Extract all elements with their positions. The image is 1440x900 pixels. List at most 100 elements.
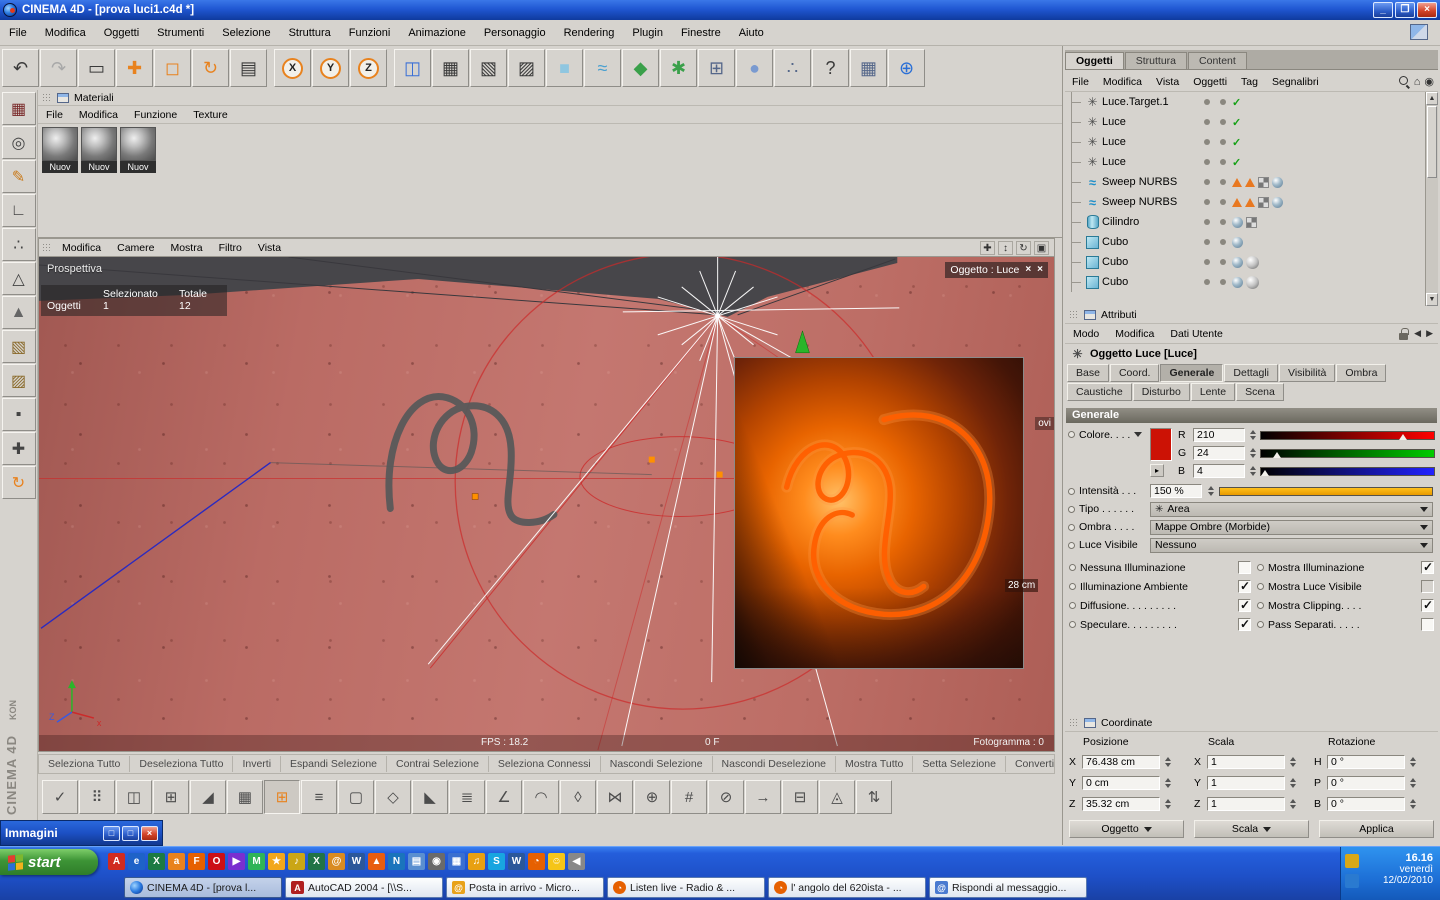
media-player-icon[interactable]: ▶	[228, 853, 245, 870]
object-row[interactable]: Luce	[1065, 132, 1438, 152]
material-tag-icon[interactable]	[1246, 275, 1259, 289]
checkbox[interactable]	[1421, 560, 1434, 574]
selection-command[interactable]: Setta Selezione	[913, 756, 1006, 772]
editor-visibility-dot[interactable]	[1204, 119, 1210, 125]
b-spinner[interactable]	[1248, 464, 1257, 478]
object-row[interactable]: Sweep NURBS	[1065, 172, 1438, 192]
phong-tag-icon[interactable]	[1232, 216, 1243, 228]
arc-tool-icon[interactable]: ◠	[523, 780, 559, 814]
object-row[interactable]: Cubo	[1065, 252, 1438, 272]
taskbar-task-button[interactable]: Listen live - Radio & ...	[607, 877, 765, 898]
menu-item[interactable]: Funzioni	[340, 24, 400, 42]
tipo-dropdown[interactable]: ✳ Area	[1150, 501, 1433, 517]
expand-colore-icon[interactable]	[1134, 432, 1143, 437]
spinner[interactable]	[1288, 776, 1297, 790]
color-swatch[interactable]	[1150, 428, 1172, 461]
menu-item[interactable]: File	[0, 24, 36, 42]
gimp-icon[interactable]: ◉	[428, 853, 445, 870]
selection-command[interactable]: Nascondi Deselezione	[713, 756, 837, 772]
object-manager-menu-item[interactable]: Vista	[1149, 74, 1186, 90]
firefox-icon[interactable]: F	[188, 853, 205, 870]
messenger-icon[interactable]: M	[248, 853, 265, 870]
edge-tool-icon[interactable]: ◬	[819, 780, 855, 814]
keyframe-dot[interactable]	[1257, 564, 1264, 571]
checkbox[interactable]	[1421, 618, 1434, 631]
scale-icon[interactable]: ◻	[154, 49, 191, 87]
smiley-icon[interactable]: ☺	[548, 853, 565, 870]
live-selection-icon[interactable]: ▭	[78, 49, 115, 87]
swap-tool-icon[interactable]: ⇅	[856, 780, 892, 814]
render-view-icon[interactable]: ▦	[432, 49, 469, 87]
manager-tab[interactable]: Content	[1188, 52, 1247, 69]
mirror-tool-icon[interactable]: ◫	[116, 780, 152, 814]
particles-icon[interactable]: ∴	[774, 49, 811, 87]
menu-item[interactable]: Finestre	[672, 24, 730, 42]
object-row[interactable]: Cubo	[1065, 232, 1438, 252]
diamond-tool-icon[interactable]: ◊	[560, 780, 596, 814]
g-value-field[interactable]: 24	[1193, 446, 1245, 460]
selection-command[interactable]: Contrai Selezione	[387, 756, 489, 772]
rotate-mode-icon[interactable]: ↻	[1, 466, 36, 499]
redo-icon[interactable]: ↷	[40, 49, 77, 87]
badge-close-icon[interactable]: ×	[1025, 265, 1031, 275]
scala-field[interactable]: 1	[1207, 754, 1285, 769]
attributes-menu-item[interactable]: Dati Utente	[1162, 326, 1231, 342]
render-visibility-dot[interactable]	[1220, 259, 1226, 265]
menu-item[interactable]: Struttura	[280, 24, 340, 42]
attribute-tab[interactable]: Disturbo	[1132, 383, 1190, 401]
tray-app-icon-2[interactable]	[1345, 874, 1359, 888]
selection-command[interactable]: Converti Selez	[1006, 756, 1054, 772]
render-preview-window[interactable]	[734, 357, 1024, 669]
phong-tag-icon[interactable]	[1272, 196, 1283, 208]
edges-mode-icon[interactable]: △	[1, 262, 36, 295]
array-tool-icon[interactable]: ≡	[301, 780, 337, 814]
checker-tag-icon[interactable]	[1246, 216, 1257, 228]
intensita-field[interactable]: 150 %	[1150, 484, 1202, 498]
phong-tag-icon[interactable]	[1272, 176, 1283, 188]
layout-icon[interactable]: ▦	[850, 49, 887, 87]
expand-icon[interactable]: ⊞	[698, 49, 735, 87]
keyframe-dot[interactable]	[1068, 541, 1075, 549]
slope-tool-icon[interactable]: ◣	[412, 780, 448, 814]
spinner[interactable]	[1288, 797, 1297, 811]
viewport-grip[interactable]	[42, 243, 52, 252]
spinner[interactable]	[1408, 797, 1417, 811]
viewport-menu-item[interactable]: Filtro	[211, 240, 250, 256]
coordinate-system-icon[interactable]: ◫	[394, 49, 431, 87]
angle-tool-icon[interactable]: ∠	[486, 780, 522, 814]
rotazione-field[interactable]: 0 °	[1327, 754, 1405, 769]
menu-item[interactable]: Plugin	[623, 24, 672, 42]
zoom-view-icon[interactable]: ↕	[998, 240, 1013, 255]
attribute-tab[interactable]: Coord.	[1109, 364, 1160, 382]
material-manager-icon[interactable]: ▦	[1, 92, 36, 125]
rotazione-field[interactable]: 0 °	[1327, 775, 1405, 790]
viewport-menu-item[interactable]: Camere	[109, 240, 162, 256]
editor-visibility-dot[interactable]	[1204, 279, 1210, 285]
vlc-icon[interactable]: ▲	[368, 853, 385, 870]
selection-command[interactable]: Deseleziona Tutto	[130, 756, 234, 772]
attribute-tab[interactable]: Ombra	[1336, 364, 1387, 382]
outlook-icon[interactable]: @	[328, 853, 345, 870]
selection-command[interactable]: Seleziona Tutto	[39, 756, 131, 772]
render-visibility-dot[interactable]	[1220, 279, 1226, 285]
keyframe-dot[interactable]	[1069, 564, 1076, 571]
rotate-icon[interactable]: ↻	[192, 49, 229, 87]
attribute-tab[interactable]: Caustiche	[1067, 383, 1132, 401]
move-icon[interactable]: ✚	[116, 49, 153, 87]
panel-grip[interactable]	[42, 93, 52, 102]
intensita-slider[interactable]	[1219, 486, 1433, 496]
phong-tag-icon[interactable]	[1232, 236, 1243, 248]
material-item[interactable]: Nuov	[120, 127, 156, 173]
keyframe-dot[interactable]	[1257, 621, 1264, 628]
checkbox[interactable]	[1238, 598, 1251, 612]
selection-command[interactable]: Mostra Tutto	[836, 756, 914, 772]
menu-item[interactable]: Personaggio	[475, 24, 555, 42]
spinner[interactable]	[1408, 755, 1417, 769]
selection-command[interactable]: Inverti	[233, 756, 282, 772]
material-tag-icon[interactable]	[1246, 255, 1259, 269]
spline-icon[interactable]: ≈	[584, 49, 621, 87]
spinner[interactable]	[1163, 755, 1172, 769]
object-row[interactable]: Sweep NURBS	[1065, 192, 1438, 212]
weld-tool-icon[interactable]: ⊕	[634, 780, 670, 814]
checker-tag-icon[interactable]	[1258, 196, 1269, 208]
